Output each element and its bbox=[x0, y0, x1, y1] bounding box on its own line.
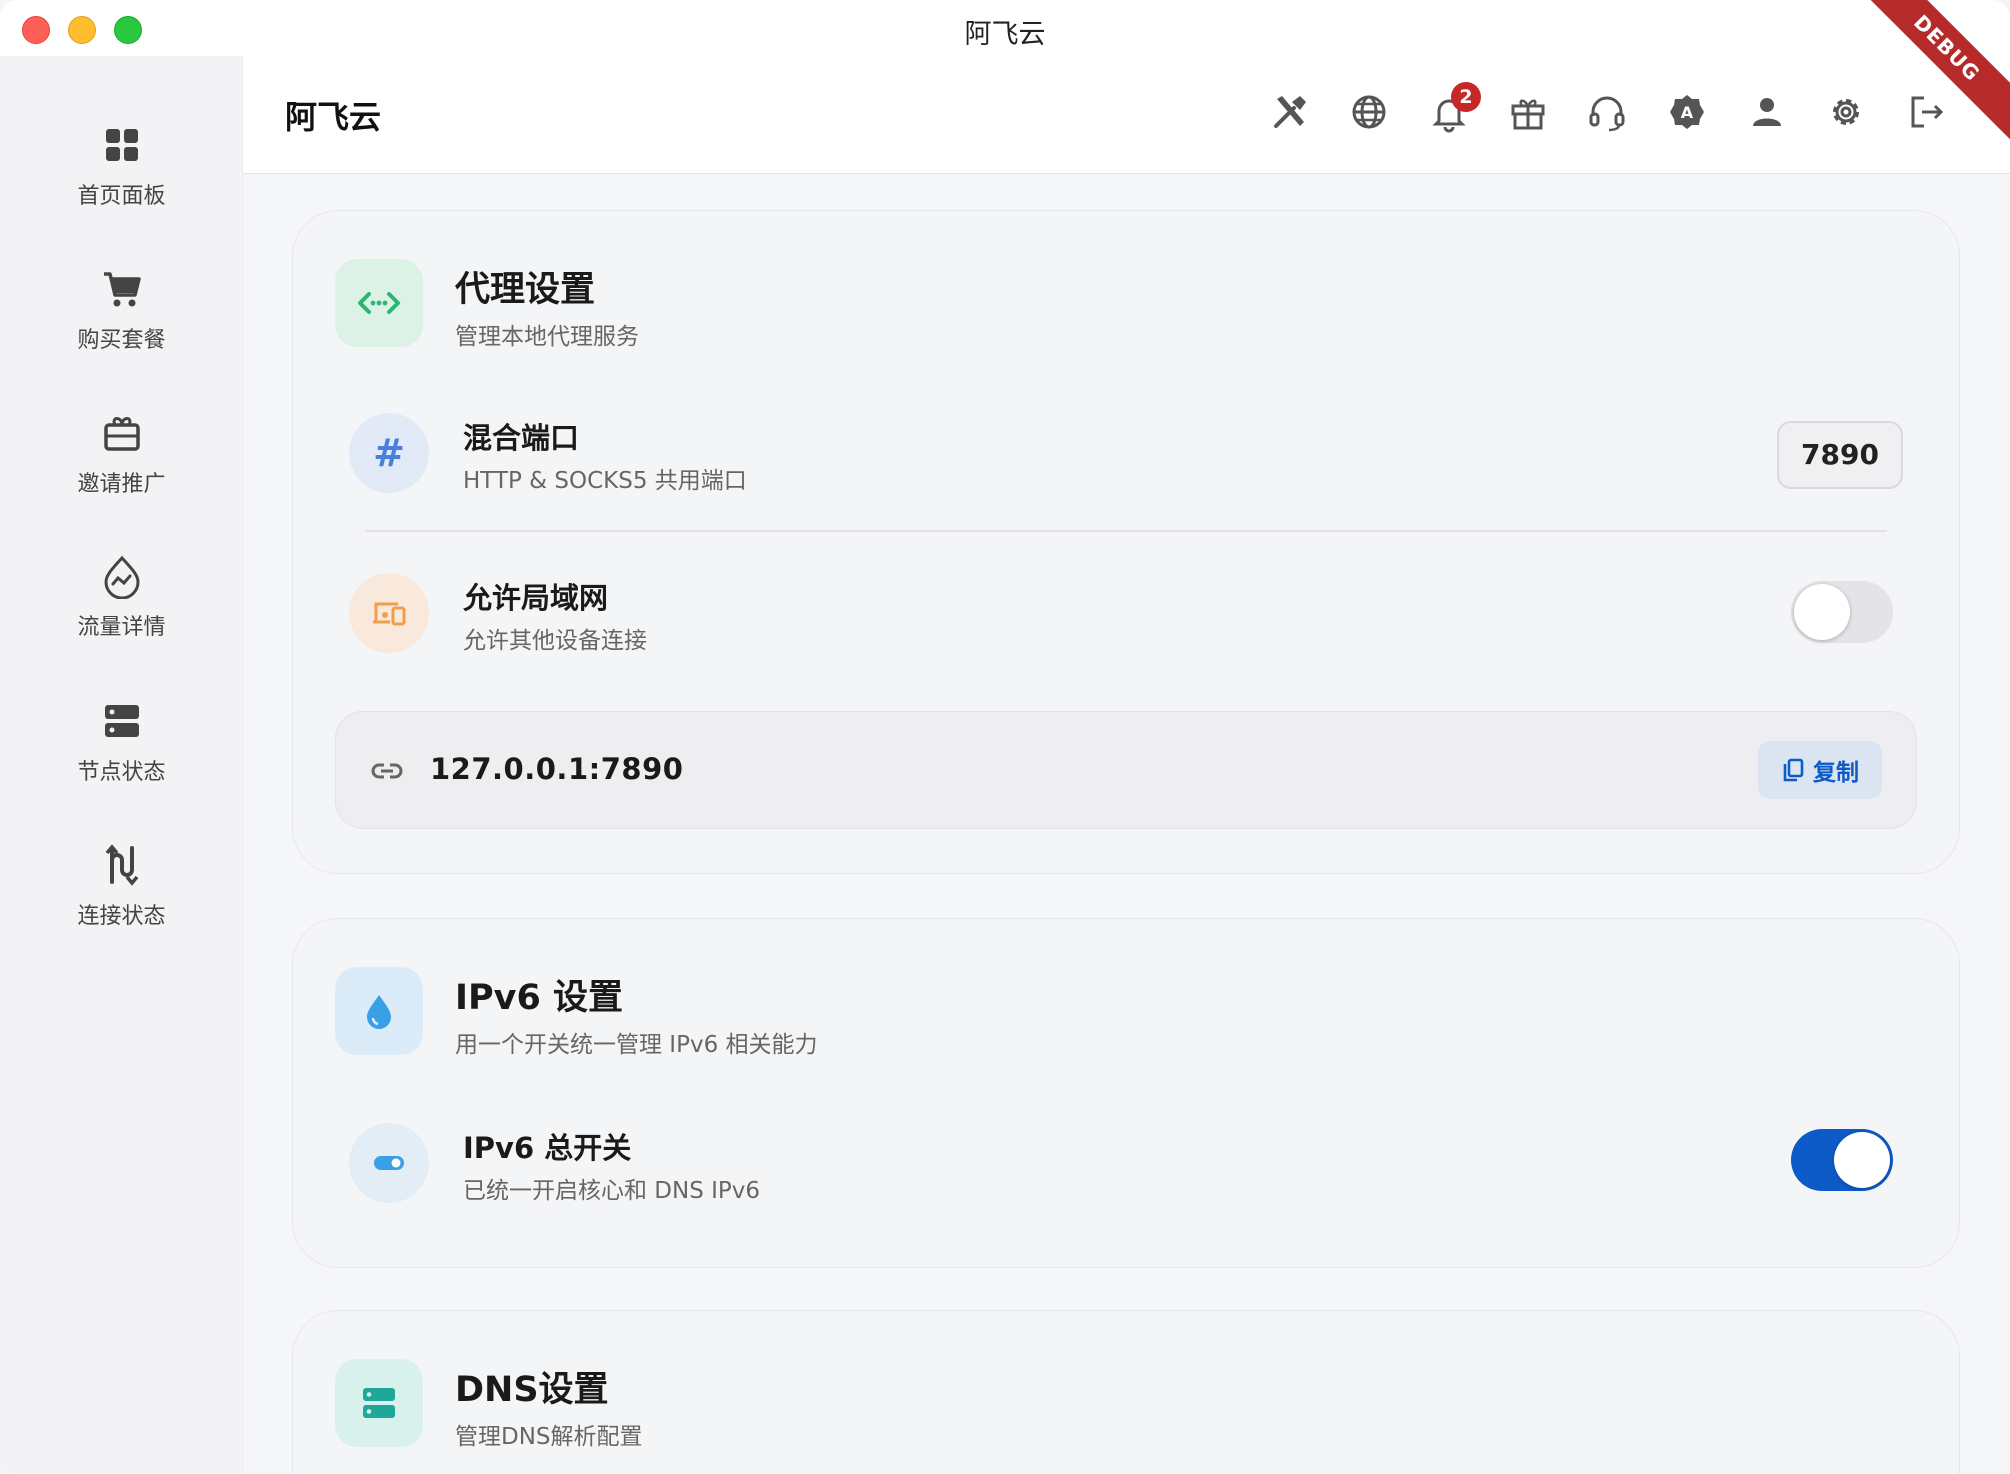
mixed-port-subtitle: HTTP & SOCKS5 共用端口 bbox=[463, 468, 747, 494]
connection-icon bbox=[105, 844, 138, 886]
sidebar-item-label: 连接状态 bbox=[77, 904, 166, 929]
proxy-address-box: 127.0.0.1:7890 复制 bbox=[335, 711, 1917, 829]
proxy-card-title: 代理设置 bbox=[455, 270, 596, 310]
proxy-card-subtitle: 管理本地代理服务 bbox=[455, 324, 639, 350]
traffic-icon bbox=[103, 555, 140, 599]
proxy-settings-card: 代理设置 管理本地代理服务 # 混合端口 HTTP & SOCKS5 共用端口 … bbox=[292, 210, 1960, 874]
window-title: 阿飞云 bbox=[964, 19, 1046, 50]
globe-icon[interactable] bbox=[1347, 90, 1391, 134]
dns-server-icon bbox=[363, 1388, 395, 1418]
row-divider bbox=[365, 530, 1887, 532]
sidebar-item-traffic[interactable]: 流量详情 bbox=[0, 553, 243, 673]
proxy-card-icon bbox=[335, 259, 423, 347]
sidebar-item-connections[interactable]: 连接状态 bbox=[0, 842, 243, 962]
app-header: 阿飞云 2 A bbox=[243, 56, 2010, 174]
copy-button[interactable]: 复制 bbox=[1758, 741, 1882, 799]
toggle-knob bbox=[1794, 584, 1850, 640]
title-bar: 阿飞云 bbox=[0, 0, 2010, 56]
tools-icon[interactable] bbox=[1268, 90, 1312, 134]
mixed-port-title: 混合端口 bbox=[463, 421, 580, 455]
copy-button-label: 复制 bbox=[1813, 760, 1859, 786]
ipv6-card-icon bbox=[335, 967, 423, 1055]
user-icon[interactable] bbox=[1745, 90, 1789, 134]
sidebar-item-invite[interactable]: 邀请推广 bbox=[0, 410, 243, 530]
devices-icon bbox=[373, 602, 406, 626]
link-icon bbox=[371, 763, 403, 779]
app-window: 阿飞云 DEBUG 首页面板 购买套餐 邀请推广 流量详情 节点状态 连接状态 … bbox=[0, 0, 2010, 1474]
ipv6-master-toggle[interactable] bbox=[1791, 1129, 1893, 1191]
gift-box-icon bbox=[103, 417, 140, 451]
mixed-port-input[interactable]: 7890 bbox=[1777, 421, 1903, 489]
hash-icon: # bbox=[373, 431, 405, 475]
headset-support-icon[interactable] bbox=[1585, 90, 1629, 134]
dns-card-subtitle: 管理DNS解析配置 bbox=[455, 1424, 643, 1450]
toggle-knob bbox=[1834, 1132, 1890, 1188]
cart-icon bbox=[103, 272, 141, 307]
notification-badge: 2 bbox=[1451, 82, 1481, 112]
gift-icon[interactable] bbox=[1506, 90, 1550, 134]
allow-lan-toggle[interactable] bbox=[1791, 581, 1893, 643]
ipv6-master-row-icon bbox=[349, 1123, 429, 1203]
logout-icon[interactable] bbox=[1904, 90, 1948, 134]
sidebar: 首页面板 购买套餐 邀请推广 流量详情 节点状态 连接状态 bbox=[0, 56, 243, 1474]
ipv6-settings-card: IPv6 设置 用一个开关统一管理 IPv6 相关能力 IPv6 总开关 已统一… bbox=[292, 918, 1960, 1268]
sidebar-item-buy-plan[interactable]: 购买套餐 bbox=[0, 266, 243, 386]
allow-lan-title: 允许局域网 bbox=[463, 581, 609, 615]
copy-icon bbox=[1783, 758, 1804, 782]
sidebar-item-label: 首页面板 bbox=[77, 184, 166, 209]
dns-card-icon bbox=[335, 1359, 423, 1447]
ipv6-card-title: IPv6 设置 bbox=[455, 978, 624, 1018]
ipv6-master-title: IPv6 总开关 bbox=[463, 1131, 632, 1165]
dashboard-icon bbox=[105, 129, 138, 161]
gear-icon[interactable] bbox=[1824, 90, 1868, 134]
proxy-address-text: 127.0.0.1:7890 bbox=[430, 752, 684, 786]
dns-card-title: DNS设置 bbox=[455, 1370, 609, 1410]
sidebar-item-node-status[interactable]: 节点状态 bbox=[0, 698, 243, 818]
ipv6-master-subtitle: 已统一开启核心和 DNS IPv6 bbox=[463, 1178, 761, 1204]
sidebar-item-label: 流量详情 bbox=[77, 615, 166, 640]
sidebar-item-label: 购买套餐 bbox=[77, 328, 166, 353]
allow-lan-subtitle: 允许其他设备连接 bbox=[463, 628, 647, 654]
lan-row-icon bbox=[349, 573, 429, 653]
ipv6-card-subtitle: 用一个开关统一管理 IPv6 相关能力 bbox=[455, 1032, 818, 1058]
page-title: 阿飞云 bbox=[285, 98, 382, 136]
sidebar-item-label: 节点状态 bbox=[77, 760, 166, 785]
auto-badge-icon[interactable]: A bbox=[1665, 90, 1709, 134]
server-icon bbox=[104, 705, 139, 737]
notifications-button[interactable]: 2 bbox=[1427, 82, 1481, 134]
code-arrows-icon bbox=[358, 292, 400, 314]
dns-settings-card: DNS设置 管理DNS解析配置 bbox=[292, 1310, 1960, 1474]
svg-text:A: A bbox=[1681, 103, 1694, 122]
switch-icon bbox=[374, 1156, 404, 1170]
water-drop-icon bbox=[367, 995, 391, 1029]
port-row-icon: # bbox=[349, 413, 429, 493]
sidebar-item-dashboard[interactable]: 首页面板 bbox=[0, 122, 243, 242]
sidebar-item-label: 邀请推广 bbox=[77, 472, 166, 497]
